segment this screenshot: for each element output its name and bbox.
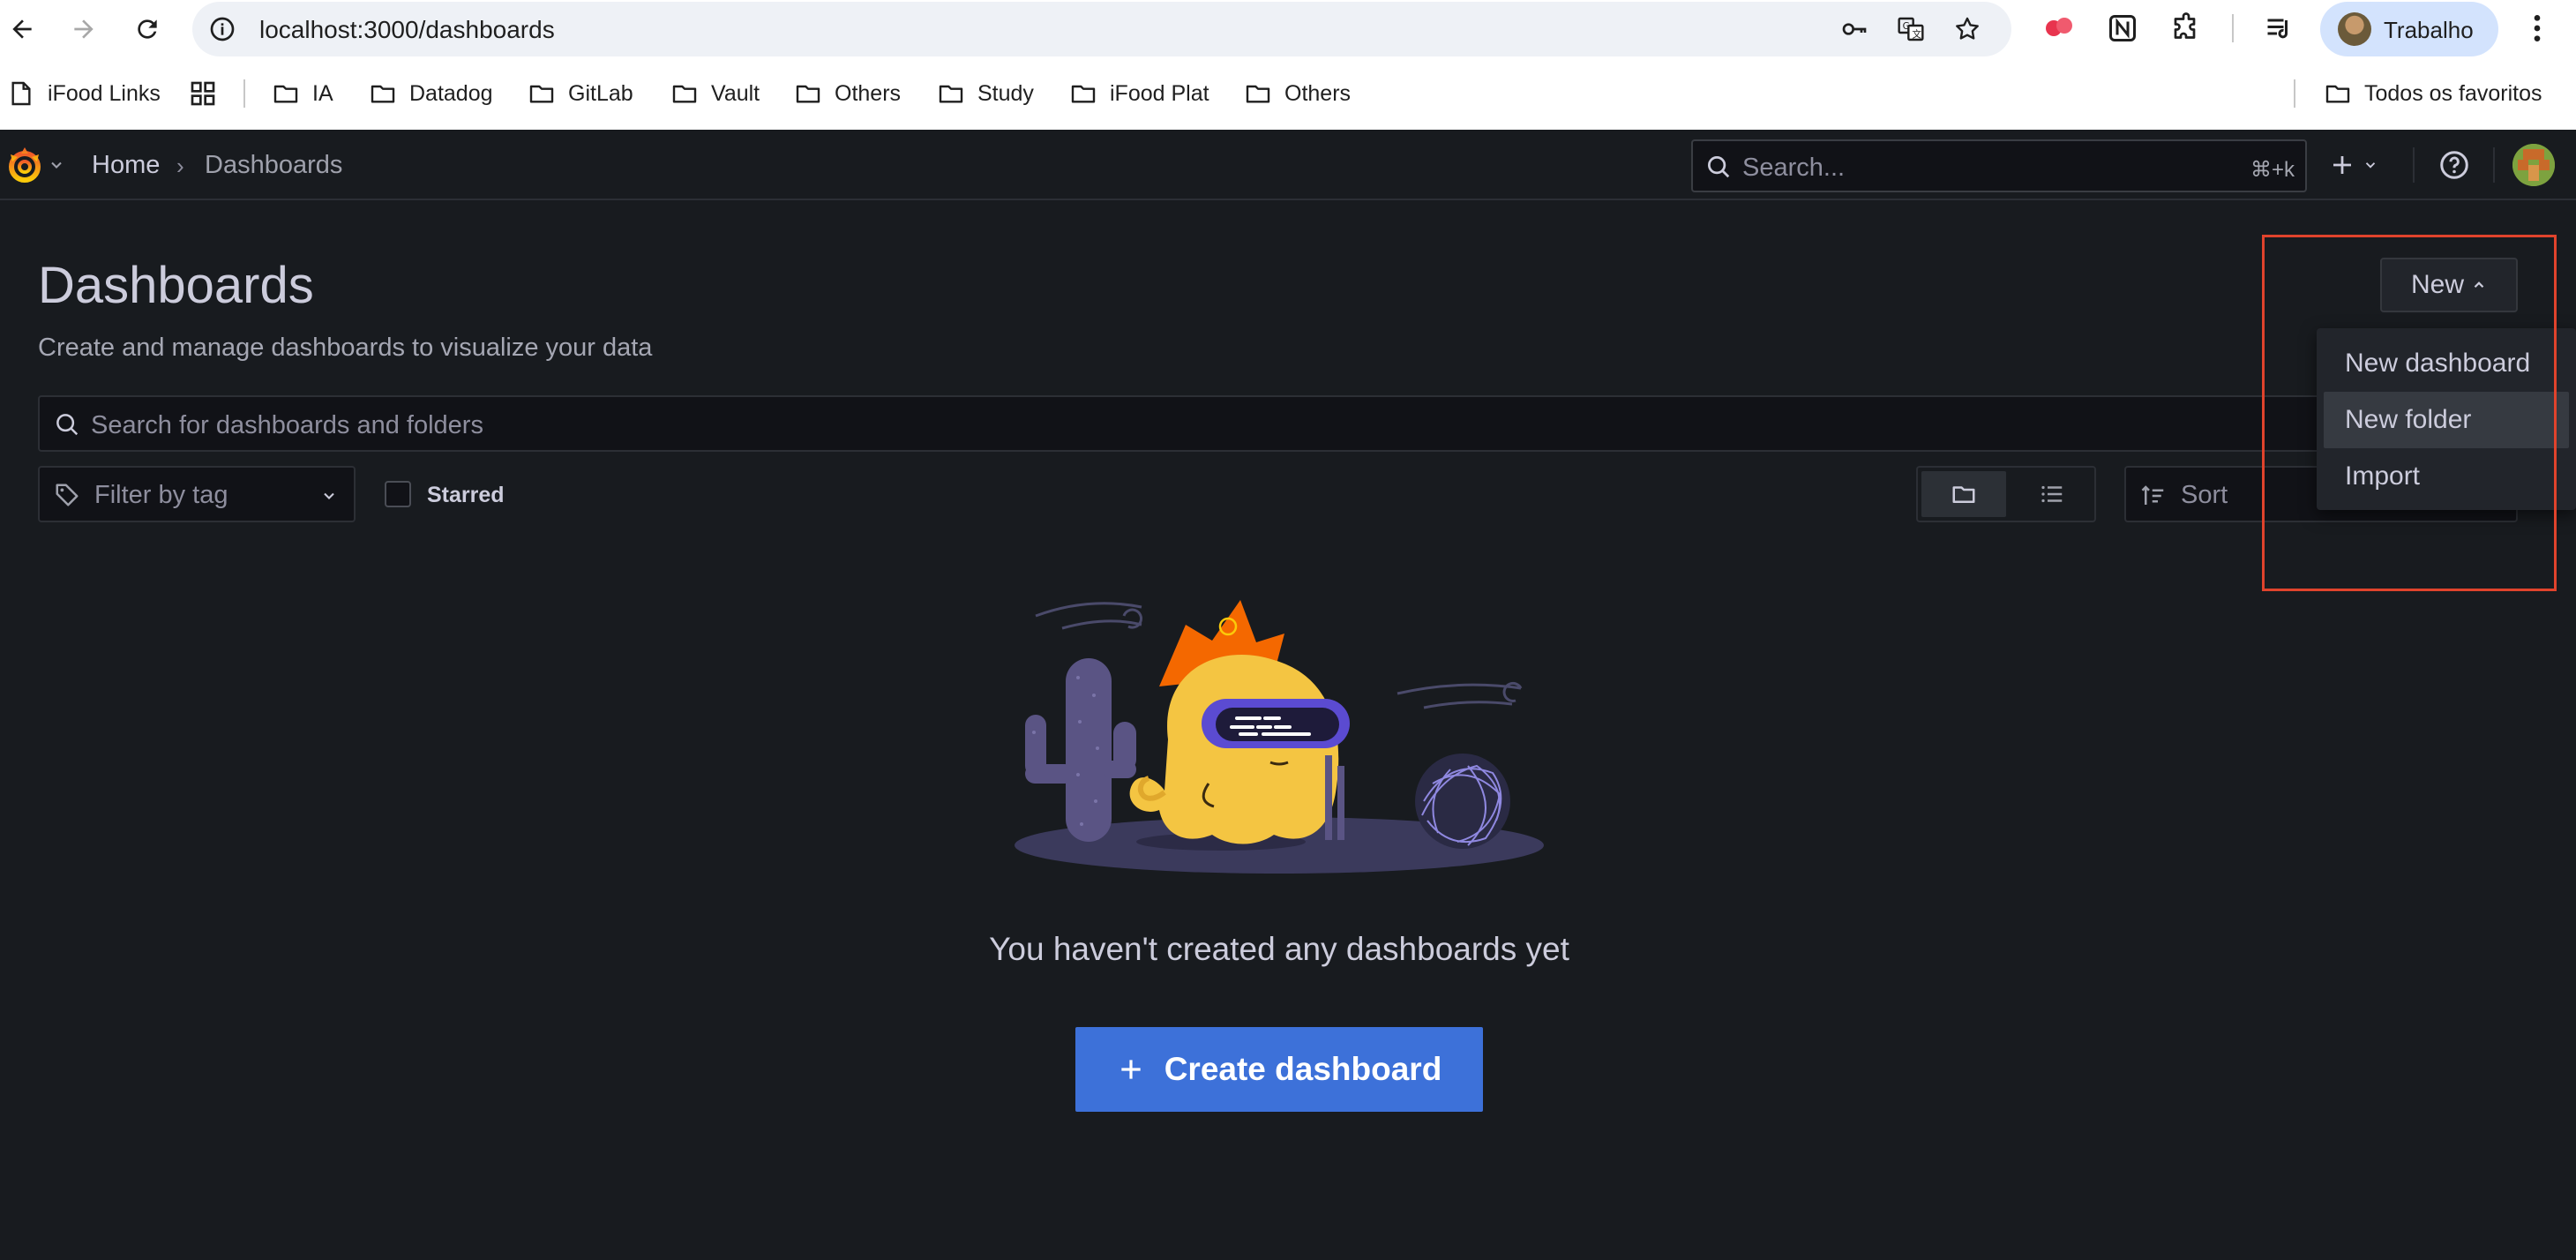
topbar-divider: [2493, 147, 2495, 183]
browser-chrome: localhost:3000/dashboards G文 Trabalho iF…: [0, 0, 2576, 130]
chevron-down-icon: [324, 492, 334, 499]
tag-filter-placeholder: Filter by tag: [94, 481, 228, 509]
folder-icon: [939, 85, 963, 103]
grafana-topbar: Home › Dashboards Search... ⌘+k: [0, 130, 2576, 200]
list-icon: [2041, 485, 2063, 503]
bookmarks-bar: iFood Links IA Datadog GitLab Vault Othe…: [0, 69, 2576, 118]
global-search-placeholder: Search...: [1742, 154, 1846, 182]
plus-icon: [2333, 156, 2351, 174]
profile-name: Trabalho: [2384, 17, 2474, 43]
bookmark-folder-others-2[interactable]: Others: [1244, 76, 1351, 111]
folder-view-button[interactable]: [1921, 471, 2006, 517]
folder-icon: [529, 85, 554, 103]
dashboard-search-input[interactable]: Search for dashboards and folders: [38, 395, 2517, 452]
user-avatar-identicon: [2512, 144, 2555, 186]
browser-menu-icon[interactable]: [2520, 11, 2555, 46]
sort-placeholder: Sort: [2181, 481, 2228, 509]
grafana-logo-icon[interactable]: [4, 144, 46, 186]
empty-state-illustration: [1015, 600, 1544, 874]
folder-icon: [796, 85, 820, 103]
search-icon: [1708, 156, 1730, 178]
toolbar-divider: [2232, 14, 2234, 42]
arrow-right-icon: [74, 19, 94, 39]
folder-icon: [1952, 486, 1975, 503]
media-queue-icon[interactable]: [2264, 12, 2295, 44]
back-button[interactable]: [0, 7, 44, 51]
empty-state-message: You haven't created any dashboards yet: [989, 931, 1569, 967]
bookmark-divider: [2294, 79, 2295, 108]
starred-label[interactable]: Starred: [427, 483, 505, 508]
folder-icon: [1071, 85, 1096, 103]
folder-icon: [273, 85, 298, 103]
url-text: localhost:3000/dashboards: [259, 16, 555, 43]
tag-filter-select[interactable]: Filter by tag: [38, 466, 356, 522]
topbar-divider: [2413, 147, 2415, 183]
bookmark-folder-study[interactable]: Study: [937, 76, 1034, 111]
reload-icon: [138, 19, 157, 39]
page-subtitle: Create and manage dashboards to visualiz…: [38, 334, 653, 362]
global-search-input[interactable]: Search... ⌘+k: [1691, 139, 2307, 192]
create-dashboard-button[interactable]: Create dashboard: [1075, 1027, 1483, 1112]
page-title: Dashboards: [38, 257, 314, 314]
search-shortcut: ⌘+k: [2250, 158, 2295, 182]
plus-icon: [1121, 1060, 1141, 1079]
create-dashboard-label: Create dashboard: [1164, 1051, 1442, 1087]
apps-grid-icon[interactable]: [189, 79, 217, 108]
profile-avatar: [2338, 12, 2371, 46]
chevron-down-icon[interactable]: [48, 156, 65, 174]
bookmark-star-icon[interactable]: [1953, 15, 1981, 43]
folder-icon: [371, 85, 395, 103]
folder-icon: [1246, 85, 1270, 103]
key-icon[interactable]: [1840, 15, 1868, 43]
page-icon: [11, 81, 31, 106]
folder-icon: [672, 85, 697, 103]
bookmark-folder-others[interactable]: Others: [794, 76, 901, 111]
help-icon[interactable]: [2438, 149, 2470, 181]
translate-icon[interactable]: G文: [1897, 15, 1925, 43]
svg-text:文: 文: [1912, 28, 1921, 40]
bookmark-folder-datadog[interactable]: Datadog: [369, 76, 493, 111]
extension-red-icon[interactable]: [2043, 12, 2075, 44]
chevron-down-icon: [2365, 162, 2376, 169]
address-bar[interactable]: localhost:3000/dashboards G文: [192, 2, 2011, 56]
user-avatar[interactable]: [2512, 144, 2555, 186]
tag-icon: [56, 484, 79, 506]
bookmark-divider: [243, 79, 245, 108]
breadcrumb-home[interactable]: Home: [92, 151, 160, 180]
bookmark-folder-ifood-plat[interactable]: iFood Plat: [1069, 76, 1209, 111]
forward-button[interactable]: [62, 7, 106, 51]
bookmark-ifood-links[interactable]: iFood Links: [7, 76, 161, 111]
bookmark-folder-vault[interactable]: Vault: [670, 76, 760, 111]
search-icon: [56, 414, 79, 436]
starred-checkbox[interactable]: [385, 481, 411, 507]
profile-chip[interactable]: Trabalho: [2320, 2, 2498, 56]
view-toggle: [1916, 466, 2096, 522]
site-info-icon[interactable]: [208, 15, 236, 43]
reload-button[interactable]: [125, 7, 169, 51]
breadcrumb-separator: ›: [176, 153, 184, 179]
annotation-highlight-box: [2262, 235, 2557, 591]
arrow-left-icon: [12, 19, 32, 39]
bookmark-folder-ia[interactable]: IA: [272, 76, 333, 111]
add-menu-button[interactable]: [2329, 149, 2391, 181]
svg-text:G: G: [1903, 20, 1910, 32]
notion-icon[interactable]: [2107, 12, 2138, 44]
folder-icon: [2325, 85, 2350, 103]
list-view-button[interactable]: [2010, 471, 2094, 517]
bookmark-folder-gitlab[interactable]: GitLab: [528, 76, 633, 111]
bookmark-all-favorites[interactable]: Todos os favoritos: [2324, 76, 2542, 111]
sort-icon: [2141, 485, 2164, 505]
extensions-puzzle-icon[interactable]: [2170, 12, 2202, 44]
dashboard-search-placeholder: Search for dashboards and folders: [91, 411, 483, 439]
breadcrumb-dashboards: Dashboards: [205, 151, 343, 179]
